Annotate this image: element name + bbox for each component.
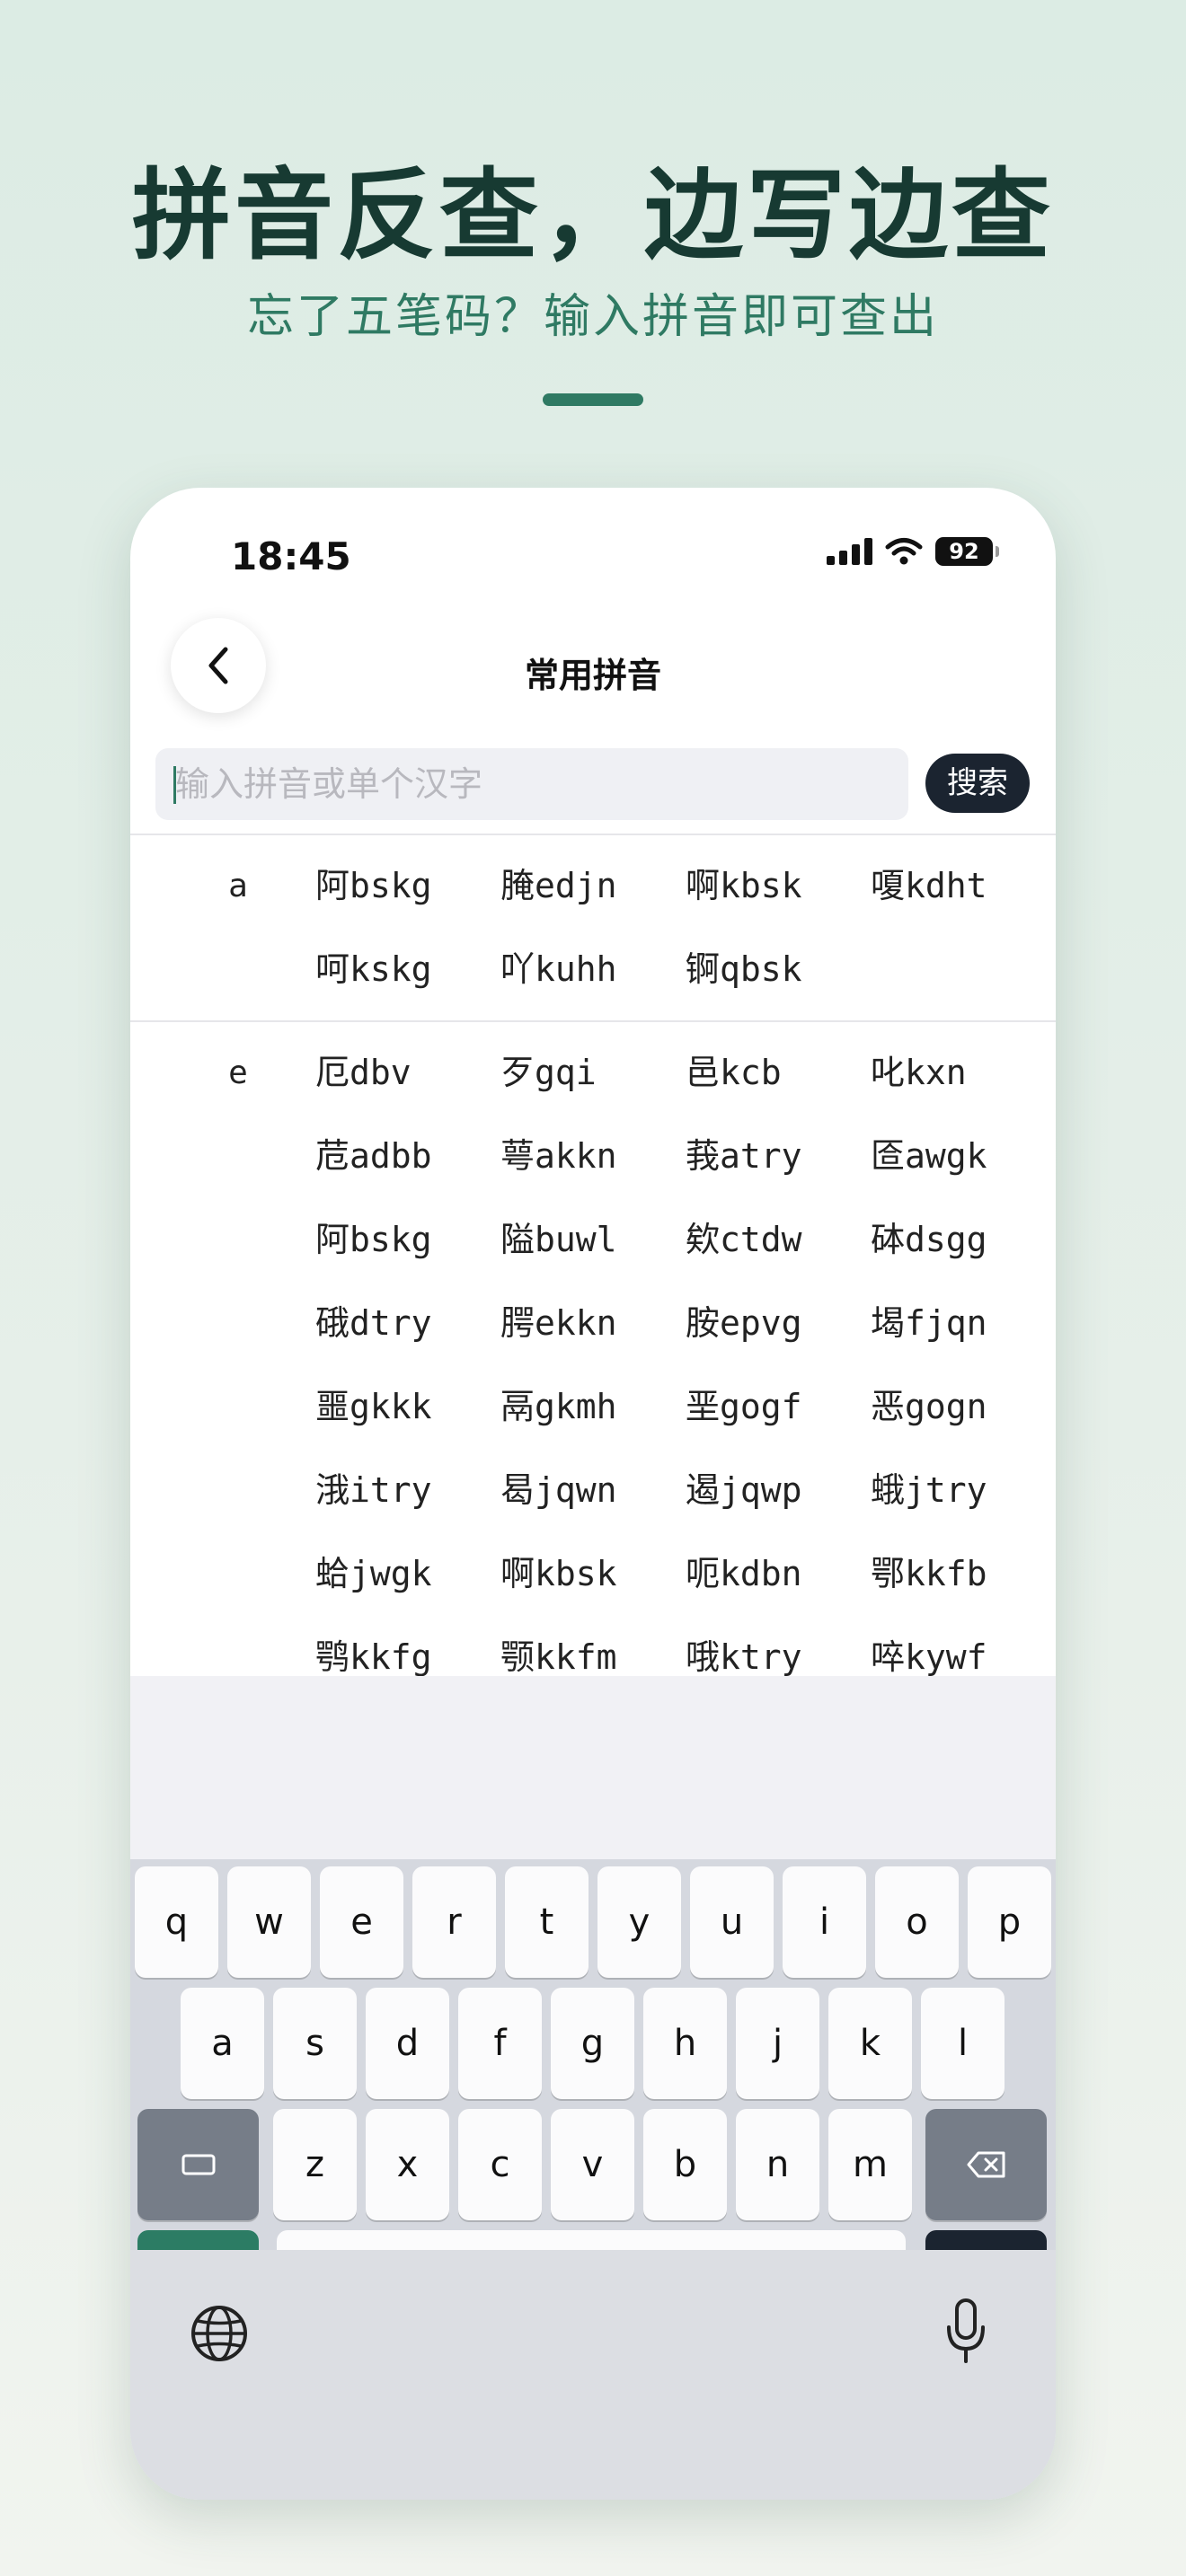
key-g[interactable]: g xyxy=(551,1988,634,2099)
key-u[interactable]: u xyxy=(690,1866,774,1978)
char-entry[interactable]: 啊kbsk xyxy=(500,1532,686,1616)
key-l[interactable]: l xyxy=(921,1988,1005,2099)
key-v[interactable]: v xyxy=(551,2109,634,2220)
key-j[interactable]: j xyxy=(736,1988,819,2099)
hero-subtitle: 忘了五笔码？输入拼音即可查出 xyxy=(246,290,939,344)
key-d[interactable]: d xyxy=(366,1988,449,2099)
key-m[interactable]: m xyxy=(828,2109,912,2220)
text-caret xyxy=(173,766,176,804)
pinyin-group: e 厄dbv 歹gqi 邑kcb 叱kxn 苊adbb 萼akkn 莪atry 匼awgk 阿bs… xyxy=(130,1020,1056,1708)
char-entry[interactable]: 腌edjn xyxy=(500,844,686,928)
char-entry[interactable]: 歹gqi xyxy=(500,1031,686,1115)
wifi-icon xyxy=(885,538,923,565)
key-e[interactable]: e xyxy=(320,1866,403,1978)
signal-icon xyxy=(827,538,872,565)
shift-key[interactable] xyxy=(137,2109,259,2220)
key-i[interactable]: i xyxy=(783,1866,866,1978)
phone-screen: 18:45 92 常用拼音 搜索 a阿bskg腌edjn啊kbsk嗄kdht呵k… xyxy=(130,488,1056,2500)
key-o[interactable]: o xyxy=(875,1866,959,1978)
empty-cell xyxy=(871,928,1056,1011)
group-letter: a xyxy=(228,868,248,904)
key-x[interactable]: x xyxy=(366,2109,449,2220)
entry-grid: 厄dbv 歹gqi 邑kcb 叱kxn 苊adbb 萼akkn 莪atry 匼awgk 阿bsk… xyxy=(315,1031,1056,1699)
char-entry[interactable]: 硪dtry xyxy=(315,1282,500,1365)
key-b[interactable]: b xyxy=(643,2109,727,2220)
char-entry[interactable]: 匼awgk xyxy=(871,1115,1056,1198)
char-entry[interactable]: 嗄kdht xyxy=(871,844,1056,928)
backspace-icon xyxy=(967,2151,1005,2178)
char-entry[interactable]: 苊adbb xyxy=(315,1115,500,1198)
char-entry[interactable]: 隘buwl xyxy=(500,1198,686,1282)
entry-grid: 阿bskg 腌edjn 啊kbsk 嗄kdht 呵kskg 吖kuhh 锕qbsk xyxy=(315,844,1056,1011)
char-entry[interactable]: 胺epvg xyxy=(686,1282,871,1365)
char-entry[interactable]: 鬲gkmh xyxy=(500,1365,686,1449)
status-time: 18:45 xyxy=(231,534,351,578)
page-title: 常用拼音 xyxy=(524,656,661,695)
char-entry[interactable]: 堨fjqn xyxy=(871,1282,1056,1365)
char-entry[interactable]: 萼akkn xyxy=(500,1115,686,1198)
char-entry[interactable]: 啊kbsk xyxy=(686,844,871,928)
microphone-icon[interactable] xyxy=(943,2297,988,2369)
search-input[interactable] xyxy=(155,748,908,820)
char-entry[interactable]: 涐itry xyxy=(315,1449,500,1532)
char-entry[interactable]: 砵dsgg xyxy=(871,1198,1056,1282)
shift-rect-icon xyxy=(181,2154,215,2175)
char-entry[interactable]: 垩gogf xyxy=(686,1365,871,1449)
keyboard-bottom-bar xyxy=(130,2250,1056,2500)
key-w[interactable]: w xyxy=(227,1866,311,1978)
status-icons: 92 xyxy=(827,537,999,566)
key-r[interactable]: r xyxy=(412,1866,496,1978)
char-entry[interactable]: 莪atry xyxy=(686,1115,871,1198)
key-f[interactable]: f xyxy=(458,1988,542,2099)
search-field[interactable] xyxy=(155,748,908,820)
key-h[interactable]: h xyxy=(643,1988,727,2099)
delete-key[interactable] xyxy=(925,2109,1047,2220)
key-a[interactable]: a xyxy=(181,1988,264,2099)
char-entry[interactable]: 阿bskg xyxy=(315,844,500,928)
char-entry[interactable]: 叱kxn xyxy=(871,1031,1056,1115)
char-entry[interactable]: 遏jqwp xyxy=(686,1449,871,1532)
char-entry[interactable]: 曷jqwn xyxy=(500,1449,686,1532)
char-entry[interactable]: 厄dbv xyxy=(315,1031,500,1115)
key-p[interactable]: p xyxy=(968,1866,1051,1978)
char-entry[interactable]: 腭ekkn xyxy=(500,1282,686,1365)
hero-title: 拼音反查，边写边查 xyxy=(132,158,1054,273)
battery-icon: 92 xyxy=(935,537,999,566)
char-entry[interactable]: 鄂kkfb xyxy=(871,1532,1056,1616)
char-entry[interactable]: 噩gkkk xyxy=(315,1365,500,1449)
key-s[interactable]: s xyxy=(273,1988,357,2099)
search-button[interactable]: 搜索 xyxy=(925,754,1030,813)
char-entry[interactable]: 呵kskg xyxy=(315,928,500,1011)
char-entry[interactable]: 锕qbsk xyxy=(686,928,871,1011)
char-entry[interactable]: 蛤jwgk xyxy=(315,1532,500,1616)
key-t[interactable]: t xyxy=(505,1866,589,1978)
key-c[interactable]: c xyxy=(458,2109,542,2220)
char-entry[interactable]: 恶gogn xyxy=(871,1365,1056,1449)
char-entry[interactable]: 呃kdbn xyxy=(686,1532,871,1616)
char-entry[interactable]: 吖kuhh xyxy=(500,928,686,1011)
char-entry[interactable]: 邑kcb xyxy=(686,1031,871,1115)
pinyin-list: a 阿bskg 腌edjn 啊kbsk 嗄kdht 呵kskg 吖kuhh 锕qbsk e 厄db… xyxy=(130,834,1056,1708)
globe-icon[interactable] xyxy=(190,2304,249,2363)
key-k[interactable]: k xyxy=(828,1988,912,2099)
char-entry[interactable]: 阿bskg xyxy=(315,1198,500,1282)
char-entry[interactable]: 蛾jtry xyxy=(871,1449,1056,1532)
key-y[interactable]: y xyxy=(597,1866,681,1978)
char-entry[interactable]: 欸ctdw xyxy=(686,1198,871,1282)
key-n[interactable]: n xyxy=(736,2109,819,2220)
hero-divider xyxy=(543,393,643,406)
key-z[interactable]: z xyxy=(273,2109,357,2220)
key-q[interactable]: q xyxy=(135,1866,218,1978)
group-letter: e xyxy=(228,1054,248,1091)
pinyin-group: a 阿bskg 腌edjn 啊kbsk 嗄kdht 呵kskg 吖kuhh 锕qbsk xyxy=(130,834,1056,1020)
